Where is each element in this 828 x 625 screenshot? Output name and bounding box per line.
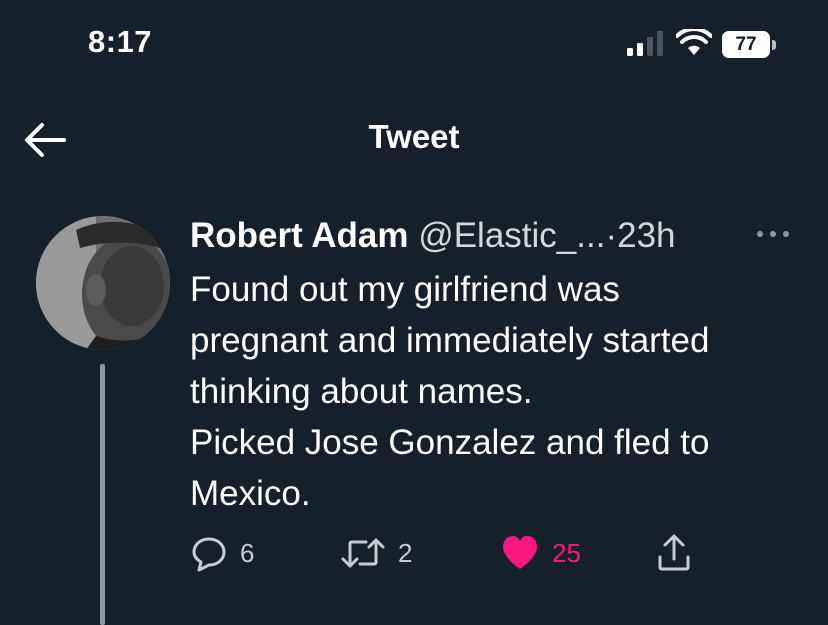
avatar-photo [36, 216, 170, 350]
tweet-text-line: pregnant and immediately started [190, 321, 710, 360]
share-icon [658, 534, 690, 571]
like-button[interactable]: 25 [500, 528, 581, 578]
author-handle[interactable]: @Elastic_... [418, 216, 605, 255]
battery-indicator: 77 [722, 31, 770, 58]
reply-count: 6 [240, 537, 255, 568]
avatar[interactable] [36, 216, 170, 350]
thread-line [100, 364, 105, 625]
wifi-icon [676, 29, 712, 55]
tweet-meta: Robert Adam @Elastic_...·23h [190, 210, 676, 262]
heart-icon [503, 536, 537, 569]
cellular-signal-icon [627, 31, 663, 56]
retweet-icon [341, 538, 385, 568]
retweet-count: 2 [398, 537, 413, 568]
tweet-time: 23h [617, 216, 676, 255]
more-horizontal-icon[interactable] [754, 224, 792, 244]
tweet-text-line: thinking about names. [190, 372, 533, 411]
retweet-button[interactable]: 2 [340, 528, 412, 578]
tweet-text: Found out my girlfriend was pregnant and… [190, 264, 815, 519]
reply-button[interactable]: 6 [190, 528, 254, 578]
like-count: 25 [552, 537, 581, 568]
tweet-text-line: Picked Jose Gonzalez and fled to [190, 423, 710, 462]
tweet-header: Tweet [0, 96, 828, 186]
speech-bubble-icon [192, 537, 226, 572]
page-title: Tweet [368, 118, 460, 155]
author-name[interactable]: Robert Adam [190, 216, 408, 255]
tweet-text-line: Mexico. [190, 474, 311, 513]
battery-tip [772, 40, 776, 50]
tweet-text-line: Found out my girlfriend was [190, 270, 620, 309]
tweet-actions: 6 2 25 [0, 528, 828, 578]
meta-separator: · [605, 216, 618, 255]
status-bar: 8:17 77 [0, 0, 828, 96]
share-button[interactable] [656, 528, 692, 578]
status-time: 8:17 [88, 24, 153, 59]
